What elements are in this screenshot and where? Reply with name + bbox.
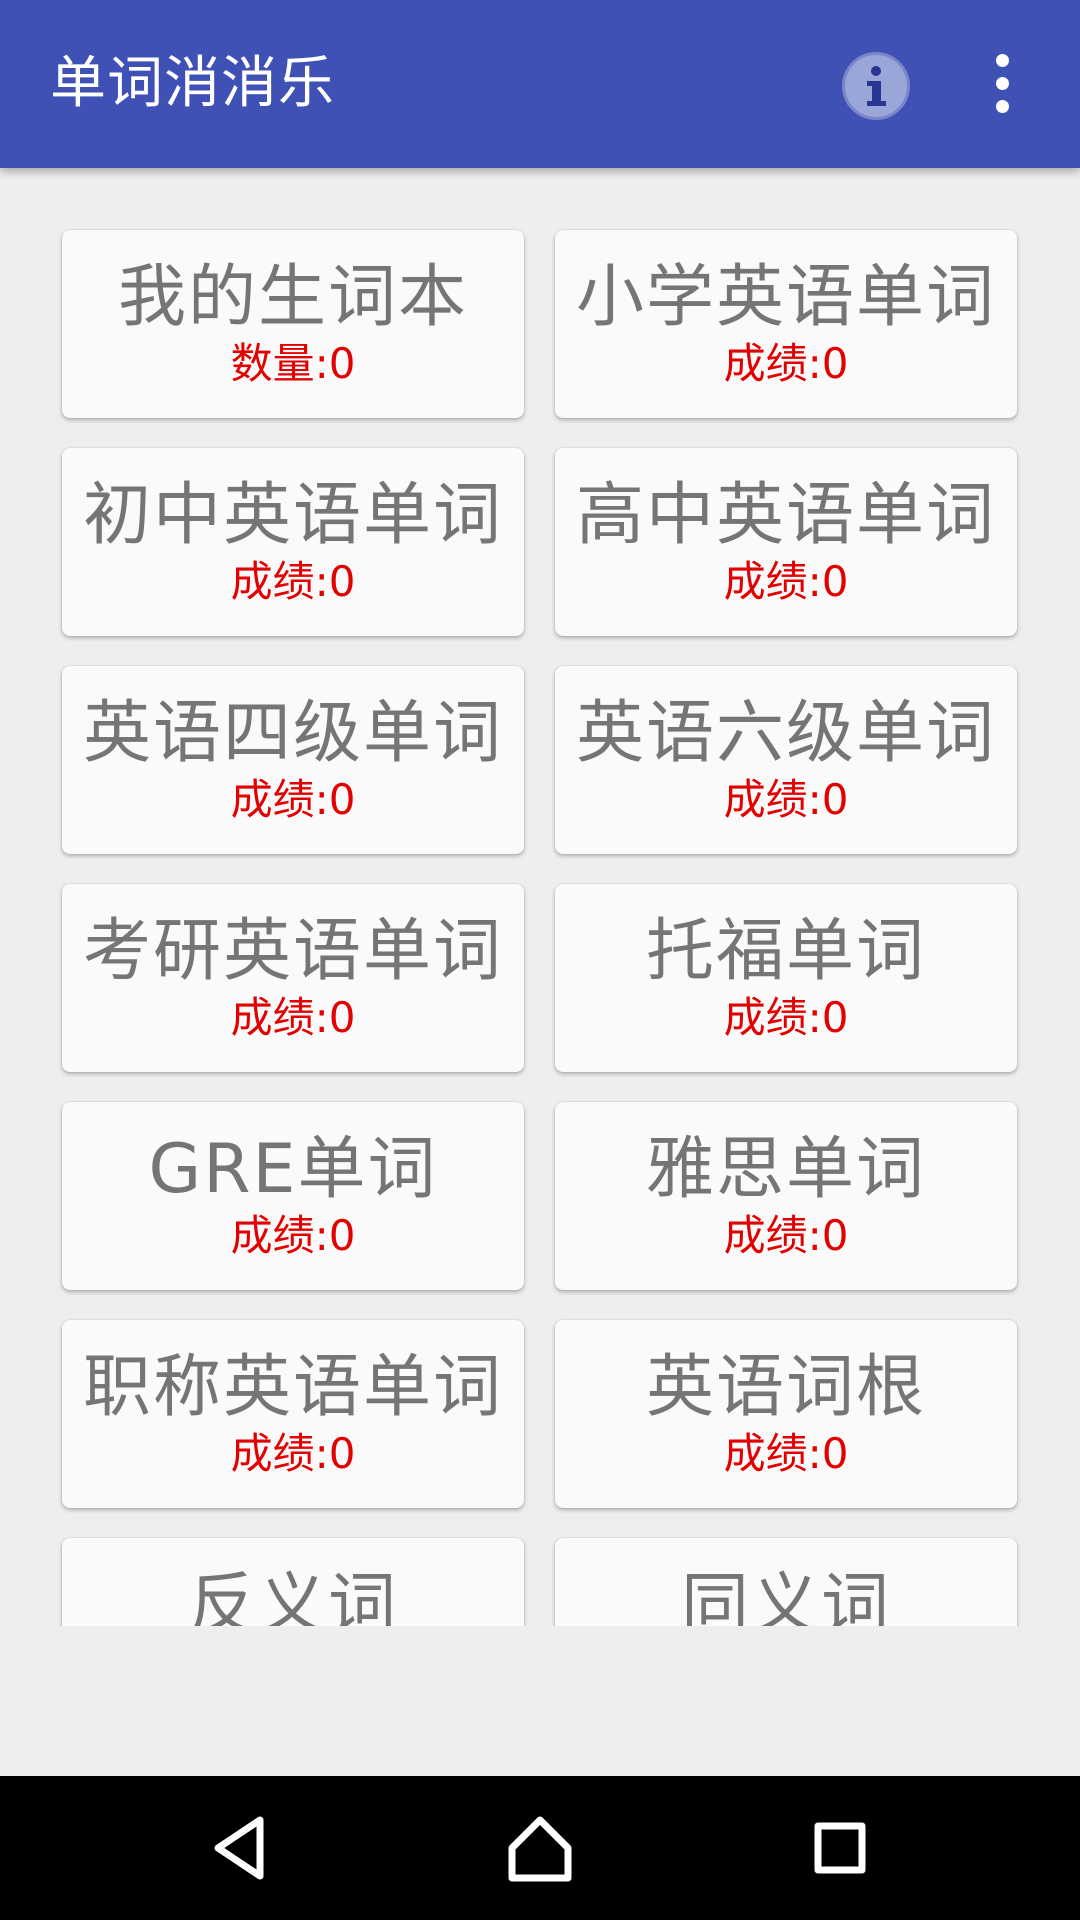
- tile-title: 职称英语单词: [82, 1348, 503, 1427]
- tile-stat: 成绩:0: [230, 557, 356, 606]
- tile-cet6[interactable]: 英语六级单词 成绩:0: [555, 666, 1017, 854]
- tile-title: 同义词: [680, 1566, 891, 1626]
- tile-stat: 成绩:0: [230, 775, 356, 824]
- tile-title: 初中英语单词: [82, 476, 503, 555]
- tile-my-vocabulary[interactable]: 我的生词本 数量:0: [62, 230, 524, 418]
- recents-square-icon: [814, 1822, 866, 1874]
- tile-stat: 成绩:0: [230, 1429, 356, 1478]
- tile-word-roots[interactable]: 英语词根 成绩:0: [555, 1320, 1017, 1508]
- system-navigation-bar: [0, 1776, 1080, 1920]
- tile-title: 小学英语单词: [575, 258, 996, 337]
- tile-stat: 成绩:0: [723, 557, 849, 606]
- app-bar: 单词消消乐: [0, 0, 1080, 168]
- tile-title: 考研英语单词: [82, 912, 503, 991]
- tile-professional-title[interactable]: 职称英语单词 成绩:0: [62, 1320, 524, 1508]
- more-vert-icon: [996, 54, 1009, 67]
- recents-button[interactable]: [798, 1806, 882, 1890]
- tile-title: 雅思单词: [645, 1130, 926, 1209]
- tile-postgraduate[interactable]: 考研英语单词 成绩:0: [62, 884, 524, 1072]
- tile-stat: 成绩:0: [230, 1211, 356, 1260]
- tile-stat: 数量:0: [230, 339, 356, 388]
- tile-title: 高中英语单词: [575, 476, 996, 555]
- home-icon: [508, 1816, 572, 1882]
- back-triangle-icon: [214, 1816, 264, 1880]
- info-icon: [867, 66, 886, 106]
- tile-title: 反义词: [187, 1566, 398, 1626]
- tile-title: 英语四级单词: [82, 694, 503, 773]
- home-button[interactable]: [498, 1806, 582, 1890]
- tile-title: 我的生词本: [117, 258, 468, 337]
- tile-gre[interactable]: GRE单词 成绩:0: [62, 1102, 524, 1290]
- tile-title: GRE单词: [148, 1130, 438, 1209]
- category-grid: 我的生词本 数量:0 小学英语单词 成绩:0 初中英语单词 成绩:0 高中英语单…: [0, 168, 1080, 1626]
- tile-stat: 成绩:0: [723, 775, 849, 824]
- back-button[interactable]: [198, 1806, 282, 1890]
- tile-senior-high[interactable]: 高中英语单词 成绩:0: [555, 448, 1017, 636]
- tile-toefl[interactable]: 托福单词 成绩:0: [555, 884, 1017, 1072]
- tile-primary-school[interactable]: 小学英语单词 成绩:0: [555, 230, 1017, 418]
- tile-synonyms[interactable]: 同义词: [555, 1538, 1017, 1626]
- info-button[interactable]: [842, 52, 910, 120]
- tile-antonyms[interactable]: 反义词: [62, 1538, 524, 1626]
- tile-title: 英语词根: [645, 1348, 926, 1427]
- category-grid-scroll[interactable]: 我的生词本 数量:0 小学英语单词 成绩:0 初中英语单词 成绩:0 高中英语单…: [0, 168, 1080, 1626]
- tile-ielts[interactable]: 雅思单词 成绩:0: [555, 1102, 1017, 1290]
- tile-cet4[interactable]: 英语四级单词 成绩:0: [62, 666, 524, 854]
- app-title: 单词消消乐: [50, 51, 335, 116]
- tile-stat: 成绩:0: [723, 1429, 849, 1478]
- overflow-menu-button[interactable]: [996, 54, 1009, 114]
- tile-junior-high[interactable]: 初中英语单词 成绩:0: [62, 448, 524, 636]
- tile-stat: 成绩:0: [723, 339, 849, 388]
- tile-title: 英语六级单词: [575, 694, 996, 773]
- tile-stat: 成绩:0: [723, 993, 849, 1042]
- tile-stat: 成绩:0: [723, 1211, 849, 1260]
- tile-title: 托福单词: [645, 912, 926, 991]
- tile-stat: 成绩:0: [230, 993, 356, 1042]
